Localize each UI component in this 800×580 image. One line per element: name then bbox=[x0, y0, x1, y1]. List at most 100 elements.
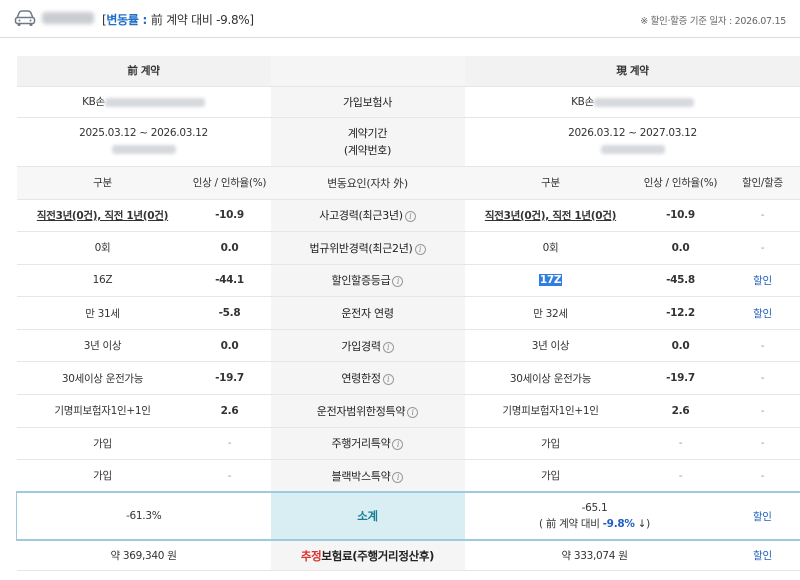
subtotal-discount-link[interactable]: 할인 bbox=[724, 491, 800, 542]
factor-cell: 블랙박스특약 i bbox=[270, 459, 465, 493]
discount-link[interactable]: 할인 bbox=[724, 296, 800, 330]
table-row: 30세이상 운전가능 -19.7 연령한정 i 30세이상 운전가능 -19.7 … bbox=[16, 361, 800, 396]
table-row: 직전3년(0건), 직전 1년(0건) -10.9 사고경력(최근3년) i 직전… bbox=[16, 199, 800, 233]
comparison-table: 前 계약 現 계약 KB손 가입보험사 KB손 2025.03.12 ~ 202… bbox=[16, 56, 800, 571]
insurer-label: 가입보험사 bbox=[270, 86, 465, 118]
selected-grade-highlight: 17Z bbox=[538, 274, 563, 287]
subtotal-compare-value: -9.8% bbox=[602, 518, 635, 531]
accident-history-curr-link[interactable]: 직전3년(0건), 직전 1년(0건) bbox=[464, 199, 637, 233]
info-icon[interactable]: i bbox=[392, 471, 404, 483]
prev-rate-cell: 2.6 bbox=[188, 394, 271, 428]
change-rate-label: 변동률 bbox=[106, 13, 139, 27]
table-row: 가입 - 주행거리특약 i 가입 - - bbox=[16, 427, 800, 461]
accident-history-prev-link[interactable]: 직전3년(0건), 직전 1년(0건) bbox=[16, 199, 189, 233]
prev-period: 2025.03.12 ~ 2026.03.12 bbox=[16, 117, 271, 167]
premium-discount-link[interactable]: 할인 bbox=[724, 540, 800, 571]
subtotal-prev: -61.3% bbox=[16, 491, 271, 542]
discount-cell: - bbox=[724, 361, 800, 396]
curr-insurer: KB손 bbox=[464, 86, 800, 118]
prev-value-cell: 가입 bbox=[16, 459, 189, 493]
factor-cell: 사고경력(최근3년) i bbox=[270, 199, 465, 233]
prev-rate-cell: 0.0 bbox=[188, 329, 271, 363]
curr-rate-cell: -10.9 bbox=[636, 199, 725, 233]
prev-rate-cell: -44.1 bbox=[188, 264, 271, 298]
prev-rate-cell: - bbox=[188, 459, 271, 493]
info-icon[interactable]: i bbox=[382, 374, 394, 386]
table-row: 가입 - 블랙박스특약 i 가입 - - bbox=[16, 459, 800, 493]
table-row: 16Z -44.1 할인할증등급 i 17Z -45.8 할인 bbox=[16, 264, 800, 298]
prev-value-cell: 30세이상 운전가능 bbox=[16, 361, 189, 396]
info-icon[interactable]: i bbox=[382, 341, 394, 353]
subtotal-curr: -65.1 ( 前 계약 대비 -9.8% ↓) bbox=[464, 491, 725, 542]
curr-value-cell: 17Z bbox=[464, 264, 637, 298]
premium-prev: 약 369,340 원 bbox=[16, 540, 271, 571]
curr-value-cell: 0회 bbox=[464, 231, 637, 265]
table-row: 0회 0.0 법규위반경력(최근2년) i 0회 0.0 - bbox=[16, 231, 800, 265]
prev-rate-cell: -10.9 bbox=[188, 199, 271, 233]
top-bar: [변동률 : 前 계약 대비 -9.8%] ※ 할인·할증 기준 일자 : 20… bbox=[0, 0, 800, 38]
discount-cell: - bbox=[724, 231, 800, 265]
discount-cell: - bbox=[724, 427, 800, 461]
factor-cell: 주행거리특약 i bbox=[270, 427, 465, 461]
info-icon[interactable]: i bbox=[392, 439, 404, 451]
table-row: 만 31세 -5.8 운전자 연령 만 32세 -12.2 할인 bbox=[16, 296, 800, 330]
curr-rate-cell: -45.8 bbox=[636, 264, 725, 298]
factor-cell: 할인할증등급 i bbox=[270, 264, 465, 298]
info-icon[interactable]: i bbox=[404, 211, 416, 223]
col-factor: 변동요인(자차 外) bbox=[270, 165, 465, 200]
factor-cell: 가입경력 i bbox=[270, 329, 465, 363]
prev-value-cell: 만 31세 bbox=[16, 296, 189, 330]
curr-contract-title: 現 계약 bbox=[464, 56, 800, 87]
curr-rate-cell: 2.6 bbox=[636, 394, 725, 428]
table-row: 3년 이상 0.0 가입경력 i 3년 이상 0.0 - bbox=[16, 329, 800, 363]
curr-rate-cell: - bbox=[636, 427, 725, 461]
prev-rate-cell: -19.7 bbox=[188, 361, 271, 396]
prev-contract-title: 前 계약 bbox=[16, 56, 271, 87]
prev-rate-cell: - bbox=[188, 427, 271, 461]
curr-rate-cell: - bbox=[636, 459, 725, 493]
redacted-contract-number bbox=[600, 145, 665, 154]
col-prev-rate: 인상 / 인하율(%) bbox=[188, 165, 271, 200]
col-curr-category: 구분 bbox=[464, 165, 637, 200]
redacted-text bbox=[104, 97, 205, 107]
subtotal-row: -61.3% 소계 -65.1 ( 前 계약 대비 -9.8% ↓) 할인 bbox=[16, 491, 800, 542]
info-icon[interactable]: i bbox=[392, 276, 404, 288]
license-plate-redacted bbox=[42, 12, 94, 24]
col-curr-rate: 인상 / 인하율(%) bbox=[636, 165, 725, 200]
curr-period: 2026.03.12 ~ 2027.03.12 bbox=[464, 117, 800, 167]
basis-date: ※ 할인·할증 기준 일자 : 2026.07.15 bbox=[640, 16, 786, 27]
period-label: 계약기간 (계약번호) bbox=[270, 117, 465, 167]
prev-value-cell: 기명피보험자1인+1인 bbox=[16, 394, 189, 428]
prev-value-cell: 0회 bbox=[16, 231, 189, 265]
subtotal-label: 소계 bbox=[270, 491, 465, 542]
curr-rate-cell: -19.7 bbox=[636, 361, 725, 396]
discount-link[interactable]: 할인 bbox=[724, 264, 800, 298]
col-discount: 할인/할증 bbox=[724, 165, 800, 200]
premium-label: 추정보험료(주행거리정산후) bbox=[270, 540, 465, 571]
curr-rate-cell: 0.0 bbox=[636, 231, 725, 265]
curr-value-cell: 만 32세 bbox=[464, 296, 637, 330]
info-icon[interactable]: i bbox=[414, 243, 426, 255]
premium-row: 약 369,340 원 추정보험료(주행거리정산후) 약 333,074 원 할… bbox=[16, 540, 800, 571]
factor-cell: 법규위반경력(최근2년) i bbox=[270, 231, 465, 265]
curr-rate-cell: 0.0 bbox=[636, 329, 725, 363]
car-icon bbox=[14, 10, 36, 26]
change-rate-summary: [변동률 : 前 계약 대비 -9.8%] bbox=[102, 13, 254, 27]
prev-value-cell: 가입 bbox=[16, 427, 189, 461]
factor-cell: 운전자 연령 bbox=[270, 296, 465, 330]
discount-cell: - bbox=[724, 394, 800, 428]
factor-cell: 운전자범위한정특약 i bbox=[270, 394, 465, 428]
prev-insurer: KB손 bbox=[16, 86, 271, 118]
premium-curr: 약 333,074 원 bbox=[464, 540, 725, 571]
change-rate-text: 前 계약 대비 -9.8%] bbox=[150, 13, 254, 27]
prev-rate-cell: 0.0 bbox=[188, 231, 271, 265]
info-icon[interactable]: i bbox=[407, 406, 419, 418]
curr-value-cell: 30세이상 운전가능 bbox=[464, 361, 637, 396]
prev-value-cell: 3년 이상 bbox=[16, 329, 189, 363]
redacted-text bbox=[593, 97, 694, 107]
discount-cell: - bbox=[724, 199, 800, 233]
prev-rate-cell: -5.8 bbox=[188, 296, 271, 330]
prev-value-cell: 16Z bbox=[16, 264, 189, 298]
redacted-contract-number bbox=[111, 145, 176, 154]
factor-cell: 연령한정 i bbox=[270, 361, 465, 396]
